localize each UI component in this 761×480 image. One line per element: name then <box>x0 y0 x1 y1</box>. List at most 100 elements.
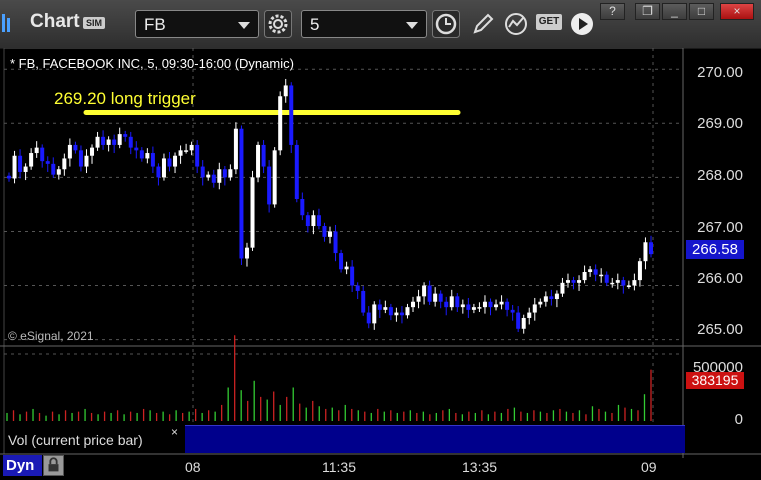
trigger-annotation[interactable]: 269.20 long trigger <box>54 89 196 109</box>
candle-body <box>40 147 45 162</box>
candle-body <box>604 274 609 283</box>
minimize-button[interactable]: _ <box>662 3 687 20</box>
candle-body <box>466 304 471 310</box>
candle-body <box>12 155 17 179</box>
candle-body <box>211 174 216 183</box>
candle-body <box>145 153 150 159</box>
restore-button[interactable]: ❐ <box>635 3 660 20</box>
candle-body <box>283 85 288 97</box>
interval-dropdown[interactable]: 5 <box>301 10 427 38</box>
candle-body <box>322 226 327 237</box>
candle-body <box>18 155 23 172</box>
candle-body <box>29 153 34 167</box>
candle-body <box>588 269 593 272</box>
candle-body <box>577 280 582 283</box>
candle-body <box>532 304 537 313</box>
candle-body <box>388 307 393 316</box>
chart-logo-icon <box>2 14 10 32</box>
candle-body <box>339 253 344 270</box>
candle-body <box>527 312 532 318</box>
symbol-dropdown[interactable]: FB <box>135 10 259 38</box>
candle-body <box>582 272 587 281</box>
candle-body <box>222 169 227 178</box>
candle-body <box>549 296 554 300</box>
close-button[interactable]: × <box>720 3 754 20</box>
candle-body <box>565 280 570 283</box>
price-chart[interactable] <box>0 48 761 480</box>
chart-toolbar: Chart SIM FB 5 GET ? ❐ _ □ × <box>0 0 761 49</box>
candle-body <box>178 150 183 156</box>
candle-body <box>139 150 144 159</box>
candle-body <box>599 274 604 277</box>
candle-body <box>167 158 172 167</box>
candle-body <box>433 293 438 302</box>
volume-axis-label: 0 <box>734 411 743 428</box>
maximize-button[interactable]: □ <box>689 3 714 20</box>
candle-body <box>510 309 515 313</box>
candle-body <box>471 307 476 310</box>
candle-body <box>173 155 178 167</box>
candle-body <box>311 215 316 227</box>
candle-body <box>112 139 117 145</box>
get-data-button[interactable]: GET <box>536 14 562 30</box>
candle-body <box>272 150 277 205</box>
candle-body <box>294 144 299 199</box>
play-icon[interactable] <box>568 10 596 38</box>
lock-icon[interactable] <box>43 455 64 476</box>
candle-body <box>106 139 111 145</box>
pencil-draw-icon[interactable] <box>469 10 497 38</box>
candle-body <box>405 307 410 316</box>
settings-gear-icon[interactable] <box>264 10 292 38</box>
candle-body <box>156 166 161 178</box>
candle-body <box>278 96 283 151</box>
candle-body <box>239 128 244 259</box>
price-axis-label: 266.00 <box>697 270 743 287</box>
price-axis-label: 269.00 <box>697 115 743 132</box>
candle-body <box>305 215 310 227</box>
price-axis-label: 268.00 <box>697 167 743 184</box>
help-button[interactable]: ? <box>600 3 625 20</box>
candle-body <box>51 163 56 175</box>
app-title: Chart <box>30 11 80 32</box>
copyright-text: © eSignal, 2021 <box>8 329 94 343</box>
candle-body <box>355 285 360 291</box>
candle-body <box>516 312 521 329</box>
candle-body <box>505 301 510 310</box>
candle-body <box>477 307 482 309</box>
candle-body <box>316 215 321 227</box>
candle-body <box>449 296 454 308</box>
candle-body <box>488 301 493 308</box>
candle-body <box>444 301 449 308</box>
price-axis-label: 270.00 <box>697 64 743 81</box>
candle-body <box>189 144 194 151</box>
dynamic-mode-button[interactable]: Dyn <box>3 455 42 476</box>
candle-body <box>250 177 255 248</box>
candle-body <box>460 304 465 308</box>
candle-body <box>637 261 642 281</box>
candle-body <box>543 296 548 302</box>
sim-badge: SIM <box>83 17 105 29</box>
candle-body <box>123 134 128 137</box>
candle-body <box>416 296 421 302</box>
chevron-down-icon <box>406 22 418 29</box>
time-axis-label: 11:35 <box>322 459 356 475</box>
candle-body <box>494 304 499 308</box>
clock-icon[interactable] <box>432 10 460 38</box>
candle-body <box>411 301 416 308</box>
volume-panel-label: Vol (current price bar) <box>8 432 143 448</box>
candle-body <box>244 247 249 259</box>
candle-body <box>184 150 189 152</box>
time-axis-label: 13:35 <box>462 459 498 475</box>
candle-body <box>34 147 39 154</box>
candle-body <box>438 293 443 302</box>
candle-body <box>78 150 83 167</box>
candle-body <box>195 144 200 167</box>
study-icon[interactable] <box>502 10 530 38</box>
candle-body <box>422 285 427 297</box>
volume-panel-close-icon[interactable]: × <box>171 425 178 439</box>
candle-body <box>62 158 67 170</box>
candle-body <box>521 317 526 329</box>
candle-body <box>571 280 576 283</box>
candle-body <box>383 307 388 310</box>
candle-body <box>261 144 266 167</box>
